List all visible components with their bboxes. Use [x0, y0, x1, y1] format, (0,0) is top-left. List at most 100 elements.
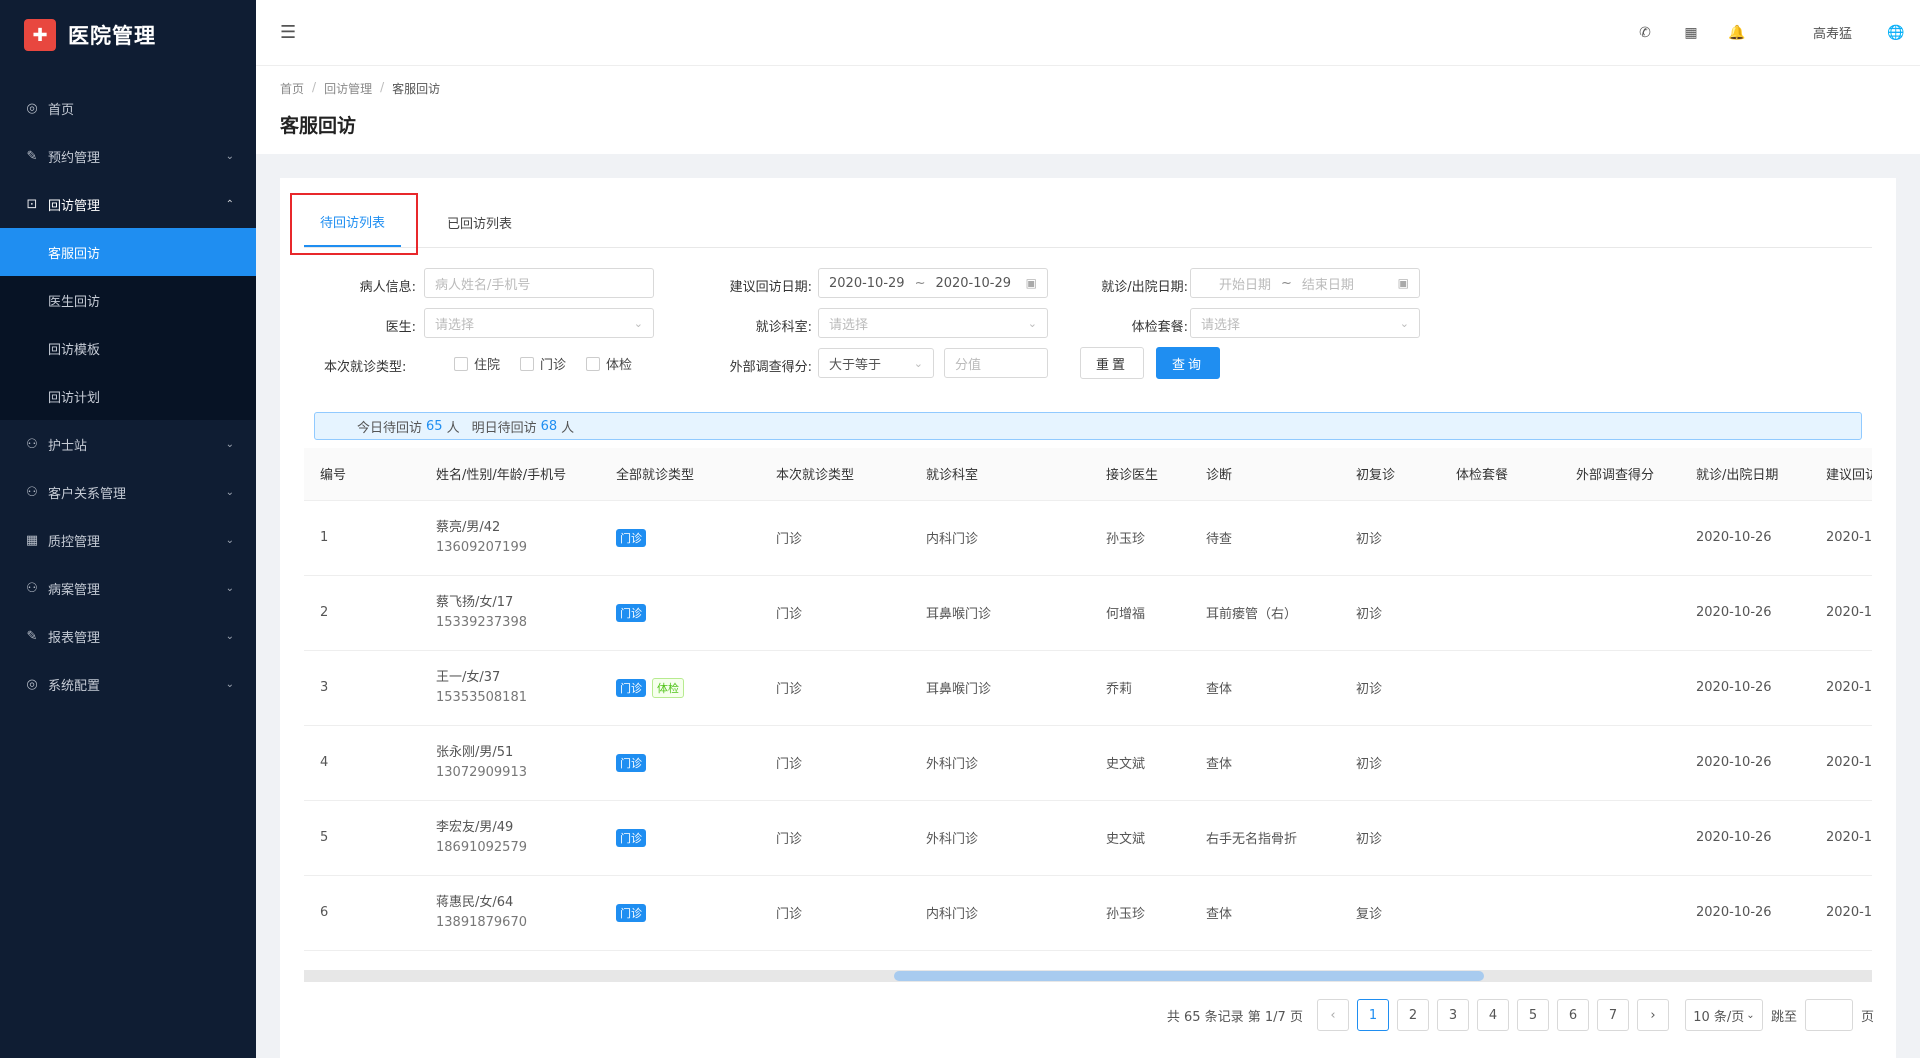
- patient-info-placeholder: 病人姓名/手机号: [435, 277, 531, 293]
- cell-dept: 内科门诊: [910, 875, 1090, 951]
- page-button[interactable]: 5: [1516, 999, 1549, 1031]
- menu-collapse-icon[interactable]: ☰: [280, 22, 296, 43]
- page-button[interactable]: 4: [1476, 999, 1509, 1031]
- breadcrumb-home[interactable]: 首页: [280, 80, 304, 97]
- sidebar-item-label: 首页: [48, 102, 75, 118]
- cell-suggest-date: 2020-10-29: [1810, 725, 1872, 801]
- suggest-date-end: 2020-10-29: [935, 275, 1012, 291]
- phone-icon[interactable]: ✆: [1635, 25, 1655, 41]
- checkbox-inpatient[interactable]: 住院: [454, 354, 500, 373]
- chevron-down-icon: ⌄: [1399, 316, 1409, 330]
- sidebar-item-appointment[interactable]: ✎ 预约管理 ⌄: [0, 132, 256, 180]
- sidebar-item-label: 报表管理: [48, 630, 101, 646]
- visit-date-range[interactable]: 开始日期 ~ 结束日期 ▣: [1190, 268, 1420, 298]
- breadcrumb-followup[interactable]: 回访管理: [324, 80, 372, 97]
- scrollbar-thumb[interactable]: [894, 971, 1484, 981]
- visit-date-start: 开始日期: [1219, 277, 1272, 293]
- table-row[interactable]: 4 张永刚/男/51 13072909913 门诊 门诊 外科门诊 史文斌 查体 初诊 2020-…: [304, 725, 1872, 801]
- jump-page-input[interactable]: [1804, 999, 1853, 1031]
- column-header: 诊断: [1190, 448, 1340, 501]
- sidebar-item-quality[interactable]: ▦ 质控管理 ⌄: [0, 516, 256, 564]
- column-header: 体检套餐: [1440, 448, 1560, 501]
- patient-phone: 13072909913: [436, 764, 527, 780]
- score-operator-select[interactable]: 大于等于 ⌄: [818, 348, 934, 378]
- sidebar-item-followup-plan[interactable]: 回访计划: [0, 372, 256, 420]
- cell-dept: 耳鼻喉门诊: [910, 575, 1090, 651]
- app-title: 医院管理: [68, 24, 156, 48]
- sidebar-item-records[interactable]: ⚇ 病案管理 ⌄: [0, 564, 256, 612]
- column-header: 姓名/性别/年龄/手机号: [420, 448, 600, 501]
- globe-icon[interactable]: 🌐: [1886, 25, 1906, 41]
- page-button[interactable]: 1: [1356, 999, 1389, 1031]
- sidebar-item-crm[interactable]: ⚇ 客户关系管理 ⌄: [0, 468, 256, 516]
- score-input[interactable]: 分值: [944, 348, 1048, 378]
- table-row[interactable]: 5 李宏友/男/49 18691092579 门诊 门诊 外科门诊 史文斌 右手无名指骨折 初诊…: [304, 800, 1872, 876]
- visit-date-label: 就诊/出院日期:: [1101, 280, 1188, 295]
- cell-suggest-date: 2020-10-29: [1810, 875, 1872, 951]
- prev-page-button[interactable]: ‹: [1316, 999, 1349, 1031]
- search-button[interactable]: 查询: [1156, 347, 1220, 379]
- cell-patient: 蒋惠民/女/64 13891879670: [420, 875, 600, 951]
- reset-button[interactable]: 重置: [1080, 347, 1144, 379]
- next-page-button[interactable]: ›: [1636, 999, 1669, 1031]
- suggest-date-range[interactable]: 2020-10-29 ~ 2020-10-29 ▣: [818, 268, 1048, 298]
- users-icon: ⚇: [26, 484, 38, 500]
- table-row[interactable]: 6 蒋惠民/女/64 13891879670 门诊 门诊 内科门诊 孙玉珍 查体 复诊 2020-…: [304, 875, 1872, 951]
- checkbox-physical-exam[interactable]: 体检: [586, 354, 632, 373]
- column-header: 建议回访日期: [1810, 448, 1872, 501]
- user-name[interactable]: 高寿猛: [1813, 23, 1852, 42]
- sidebar-item-followup-template[interactable]: 回访模板: [0, 324, 256, 372]
- calendar-icon: ▣: [1397, 276, 1409, 290]
- patient-phone: 15353508181: [436, 689, 527, 705]
- followup-submenu: 客服回访 医生回访 回访模板 回访计划: [0, 228, 256, 420]
- cell-package: [1440, 875, 1560, 951]
- table-row[interactable]: 3 王一/女/37 15353508181 门诊 体检 门诊 耳鼻喉门诊 乔莉 查体 初诊 2020…: [304, 650, 1872, 726]
- patient-info-input[interactable]: 病人姓名/手机号: [424, 268, 654, 298]
- table-row[interactable]: 1 蔡亮/男/42 13609207199 门诊 门诊 内科门诊 孙玉珍 待查 初诊 2020-1…: [304, 500, 1872, 576]
- visit-type-label: 本次就诊类型:: [324, 360, 407, 375]
- visit-type-tag: 门诊: [616, 903, 646, 922]
- table-row[interactable]: 2 蔡飞扬/女/17 15339237398 门诊 门诊 耳鼻喉门诊 何增福 耳前瘘管（右）初…: [304, 575, 1872, 651]
- sidebar-item-doctor-followup[interactable]: 医生回访: [0, 276, 256, 324]
- sidebar-item-nurse-station[interactable]: ⚇ 护士站 ⌄: [0, 420, 256, 468]
- page-button[interactable]: 3: [1436, 999, 1469, 1031]
- patient-name: 王一/女/37: [436, 669, 501, 685]
- column-header: 接诊医生: [1090, 448, 1190, 501]
- cell-diagnosis: 耳前瘘管（右）: [1190, 575, 1340, 651]
- cell-dept: 内科门诊: [910, 500, 1090, 576]
- cell-score: [1560, 500, 1680, 576]
- cell-suggest-date: 2020-10-29: [1810, 500, 1872, 576]
- cell-first-visit: 初诊: [1340, 500, 1440, 576]
- sidebar-item-reports[interactable]: ✎ 报表管理 ⌄: [0, 612, 256, 660]
- sidebar-item-service-followup[interactable]: 客服回访: [0, 228, 256, 276]
- column-header: 编号: [304, 448, 420, 501]
- patient-name: 蔡飞扬/女/17: [436, 594, 514, 610]
- page-button[interactable]: 2: [1396, 999, 1429, 1031]
- tab-completed[interactable]: 已回访列表: [431, 197, 528, 247]
- sidebar-item-home[interactable]: ◎ 首页: [0, 84, 256, 132]
- checkbox-outpatient[interactable]: 门诊: [520, 354, 566, 373]
- sidebar-item-followup[interactable]: ⊡ 回访管理 ⌃: [0, 180, 256, 228]
- dept-select[interactable]: 请选择 ⌄: [818, 308, 1048, 338]
- logo[interactable]: ✚ 医院管理: [0, 0, 256, 70]
- page-button[interactable]: 6: [1556, 999, 1589, 1031]
- package-placeholder: 请选择: [1201, 317, 1241, 333]
- checkbox-label: 门诊: [540, 358, 567, 373]
- page-button[interactable]: 7: [1596, 999, 1629, 1031]
- visit-type-tag: 体检: [652, 677, 684, 698]
- sidebar-item-settings[interactable]: ◎ 系统配置 ⌄: [0, 660, 256, 708]
- column-header: 就诊/出院日期: [1680, 448, 1810, 501]
- doctor-select[interactable]: 请选择 ⌄: [424, 308, 654, 338]
- patient-phone: 13609207199: [436, 539, 527, 555]
- cell-suggest-date: 2020-10-29: [1810, 800, 1872, 876]
- cell-first-visit: 初诊: [1340, 725, 1440, 801]
- sidebar-item-label: 客服回访: [48, 246, 101, 262]
- cell-diagnosis: 查体: [1190, 725, 1340, 801]
- patient-info-label: 病人信息:: [359, 280, 416, 295]
- bell-icon[interactable]: 🔔: [1727, 25, 1747, 41]
- horizontal-scrollbar[interactable]: [304, 970, 1872, 982]
- apps-grid-icon[interactable]: ▦: [1681, 25, 1701, 41]
- page-size-select[interactable]: 10 条/页 ⌄: [1684, 999, 1763, 1031]
- package-select[interactable]: 请选择 ⌄: [1190, 308, 1420, 338]
- cell-package: [1440, 575, 1560, 651]
